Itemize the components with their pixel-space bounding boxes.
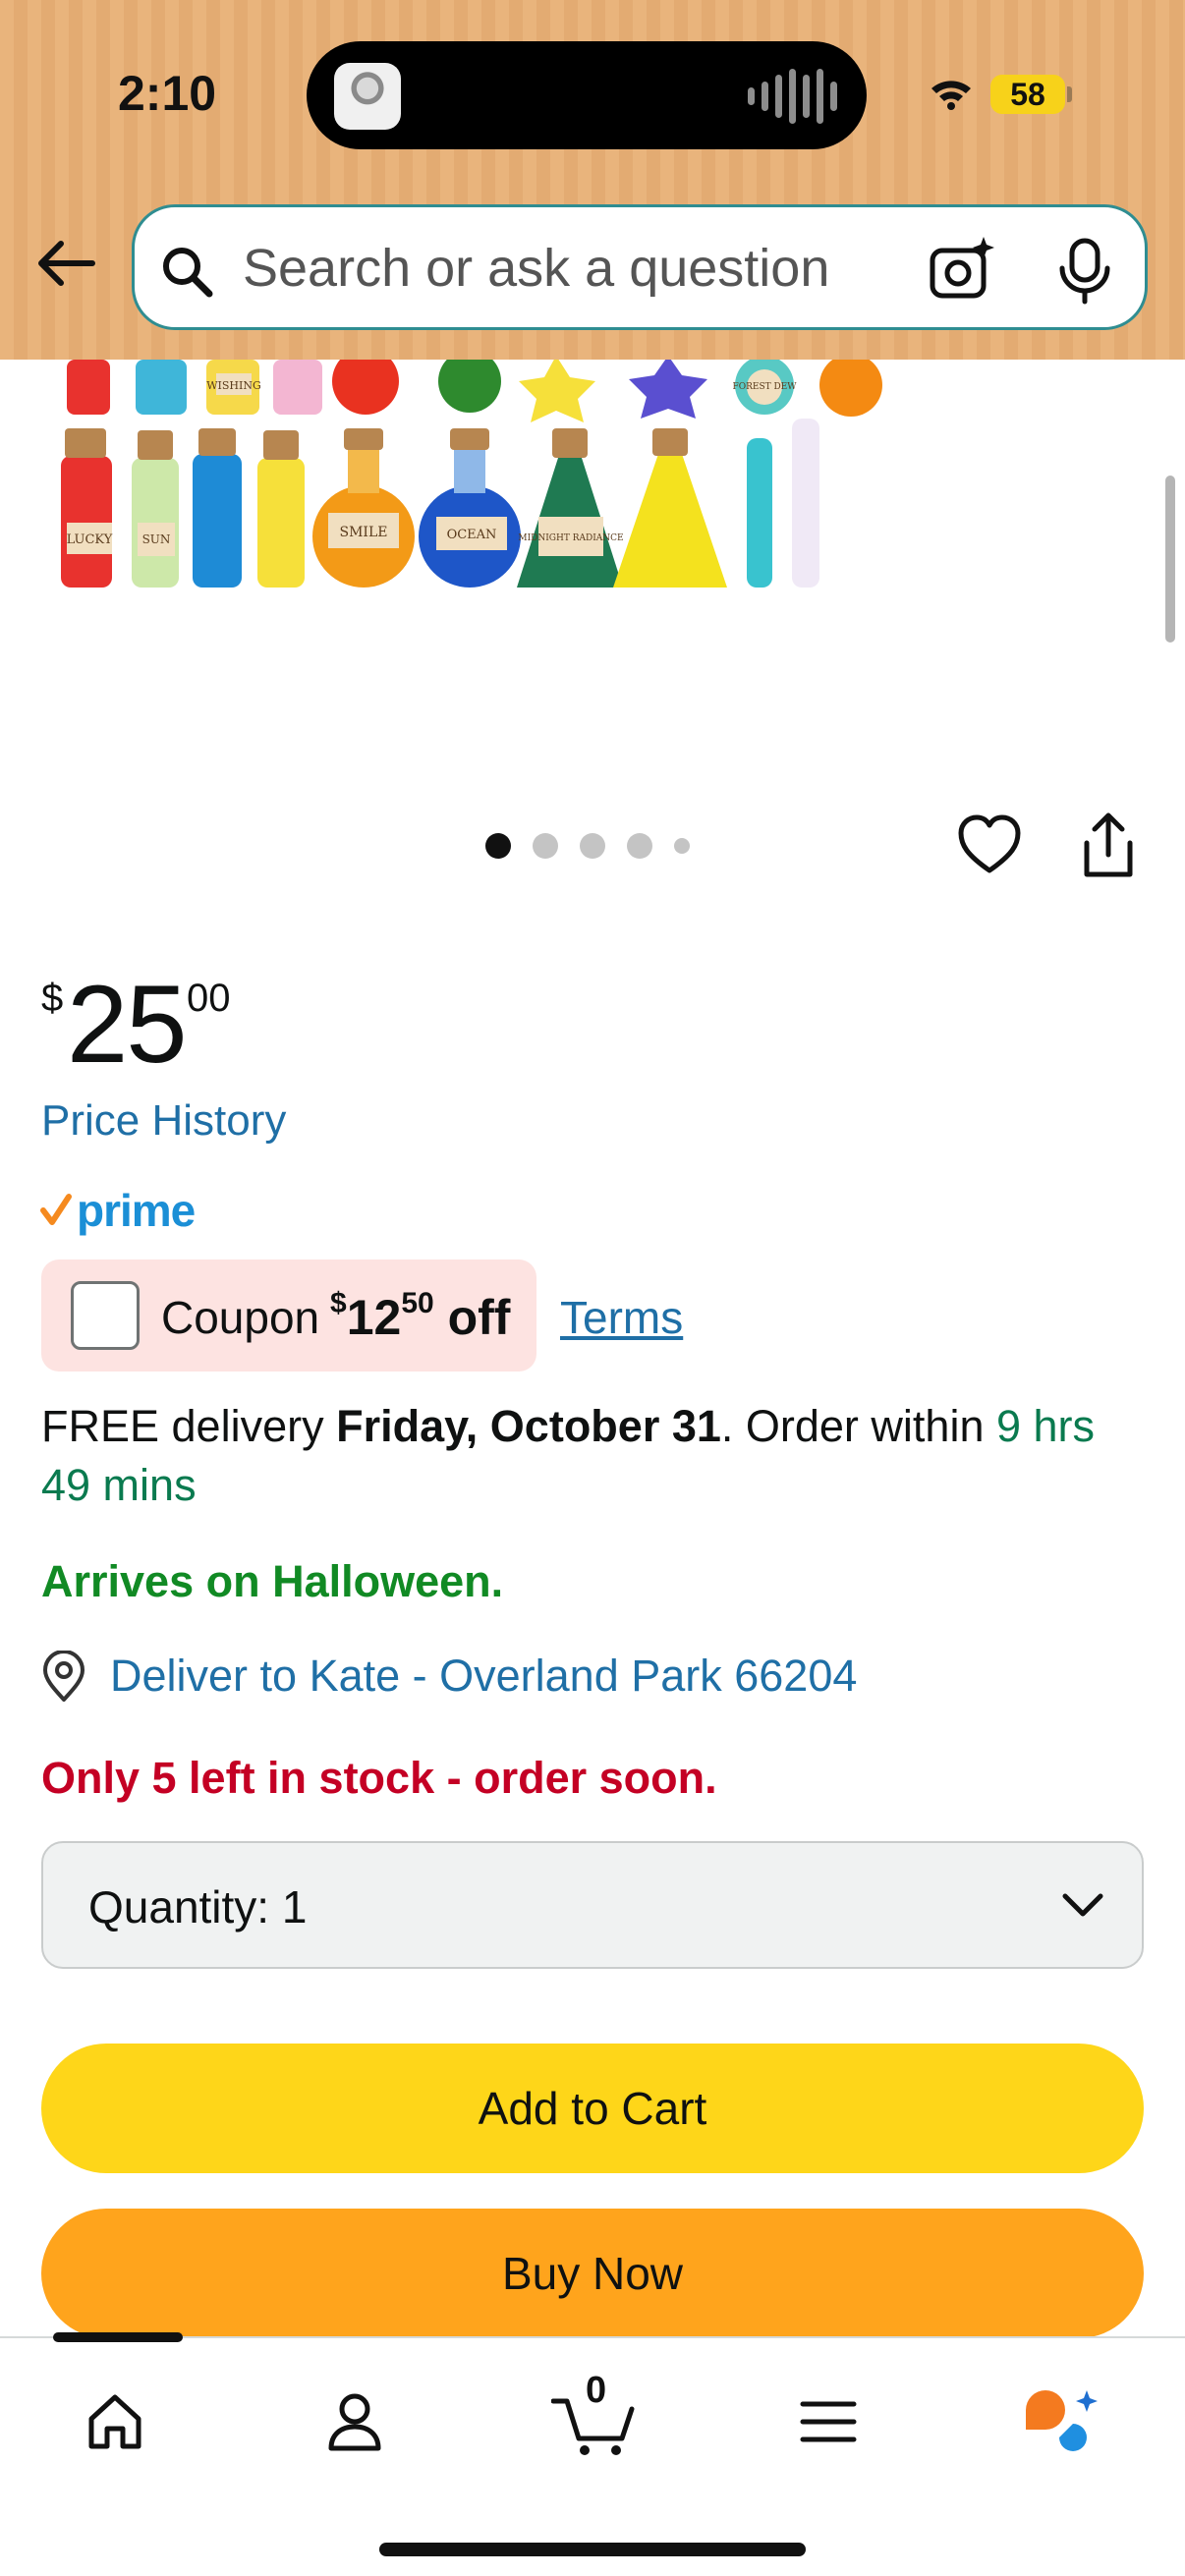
label-sun: SUN (142, 532, 171, 546)
bottle-butterfly (193, 454, 242, 588)
search-bar[interactable] (132, 204, 1148, 330)
carousel-dot[interactable] (674, 838, 690, 854)
bottle-top-8 (629, 360, 707, 419)
bottle-tube-2 (792, 419, 819, 588)
price-currency-symbol: $ (41, 977, 64, 1020)
status-time: 2:10 (118, 66, 217, 121)
header: 2:10 58 (0, 0, 1185, 360)
carousel-dot[interactable] (627, 833, 652, 859)
nav-account[interactable] (310, 2378, 399, 2466)
dynamic-island[interactable] (307, 41, 867, 149)
bottle-top-6 (438, 360, 501, 413)
battery-level: 58 (990, 75, 1065, 114)
coupon-amount: $1250 off (330, 1287, 510, 1346)
now-playing-avatar (334, 63, 401, 130)
coupon-currency: $ (330, 1287, 347, 1319)
prime-label: prime (77, 1185, 196, 1236)
price-history-link[interactable]: Price History (41, 1096, 286, 1146)
label-wishing: WISHING (206, 379, 261, 392)
bottle-sun: SUN (132, 430, 179, 588)
coupon-amount-cents: 50 (401, 1287, 434, 1319)
bottle-rose (257, 458, 305, 588)
carousel-dot[interactable] (533, 833, 558, 859)
prime-badge: prime (39, 1183, 196, 1238)
bottle-top-2 (136, 360, 187, 415)
delivery-date: Friday, October 31 (336, 1401, 721, 1451)
buy-now-button[interactable]: Buy Now (41, 2209, 1144, 2338)
coupon-label: Coupon (161, 1292, 320, 1343)
chevron-down-icon (1062, 1893, 1103, 1917)
stock-warning: Only 5 left in stock - order soon. (41, 1753, 717, 1803)
scroll-indicator (1165, 476, 1175, 643)
search-icon (163, 248, 213, 298)
heart-icon[interactable] (957, 813, 1022, 878)
menu-icon (800, 2401, 857, 2442)
bottle-ocean: OCEAN (419, 428, 521, 588)
quantity-label-text: Quantity: (88, 1881, 270, 1932)
nav-cart[interactable]: 0 (544, 2370, 643, 2466)
price-fraction: 00 (187, 977, 231, 1020)
nav-rufus[interactable] (1016, 2378, 1104, 2466)
quantity-label: Quantity: 1 (88, 1880, 307, 1933)
home-icon (88, 2394, 141, 2449)
delivery-middle: . Order within (720, 1401, 996, 1451)
arrives-note: Arrives on Halloween. (41, 1556, 504, 1606)
audio-wave-icon (748, 69, 837, 124)
coupon[interactable]: Coupon $1250 off (41, 1260, 536, 1372)
microphone-icon[interactable] (1052, 237, 1117, 306)
nav-active-indicator (53, 2332, 183, 2342)
nav-menu[interactable] (784, 2378, 873, 2466)
bottle-top-10 (819, 360, 882, 417)
share-icon[interactable] (1079, 812, 1138, 880)
wifi-icon (931, 81, 971, 110)
deliver-to-link[interactable]: Deliver to Kate - Overland Park 66204 (41, 1651, 857, 1702)
bottle-top-5 (332, 360, 399, 415)
prime-check-icon (40, 1194, 72, 1225)
bottle-yellow-flask (613, 454, 727, 588)
account-icon (328, 2393, 381, 2451)
quantity-value: 1 (281, 1881, 308, 1932)
carousel-dot-active[interactable] (485, 833, 511, 859)
location-pin-icon (43, 1651, 85, 1702)
product-image[interactable]: WISHING FOREST DEW LUCKY SUN SMILE OCEAN (39, 360, 1130, 694)
bottle-lucky: LUCKY (61, 428, 113, 588)
label-ocean: OCEAN (447, 528, 497, 542)
image-carousel-dots[interactable] (485, 833, 690, 859)
camera-search-icon[interactable] (927, 235, 997, 306)
rufus-assistant-icon (1026, 2390, 1098, 2451)
bottom-nav: 0 (0, 2332, 1185, 2576)
bottle-top-4 (273, 360, 322, 415)
add-to-cart-button[interactable]: Add to Cart (41, 2044, 1144, 2173)
battery-tip (1067, 86, 1072, 102)
price-whole: 25 (67, 963, 188, 1086)
label-midnight-radiance: MIDNIGHT RADIANCE (518, 533, 623, 543)
deliver-to-text: Deliver to Kate - Overland Park 66204 (110, 1651, 858, 1701)
label-forest-dew: FOREST DEW (732, 382, 797, 392)
quantity-dropdown[interactable]: Quantity: 1 (41, 1841, 1144, 1969)
bottle-smile: SMILE (312, 428, 415, 588)
delivery-info: FREE delivery Friday, October 31. Order … (41, 1397, 1142, 1515)
label-lucky: LUCKY (67, 532, 113, 547)
coupon-amount-whole: 12 (346, 1290, 402, 1345)
bottle-top-1 (67, 360, 110, 415)
coupon-suffix: off (447, 1290, 511, 1345)
label-smile: SMILE (340, 525, 388, 540)
delivery-prefix: FREE delivery (41, 1401, 337, 1451)
bottle-top-7 (519, 360, 595, 422)
bottle-midnight-radiance: MIDNIGHT RADIANCE (517, 428, 624, 588)
bottle-tube-1 (747, 438, 772, 588)
nav-home[interactable] (71, 2378, 159, 2466)
home-indicator (379, 2543, 806, 2556)
terms-link[interactable]: Terms (560, 1291, 683, 1344)
back-arrow-icon[interactable] (33, 232, 96, 295)
coupon-checkbox[interactable] (71, 1281, 140, 1350)
cart-count: 0 (586, 2370, 607, 2411)
carousel-dot[interactable] (580, 833, 605, 859)
